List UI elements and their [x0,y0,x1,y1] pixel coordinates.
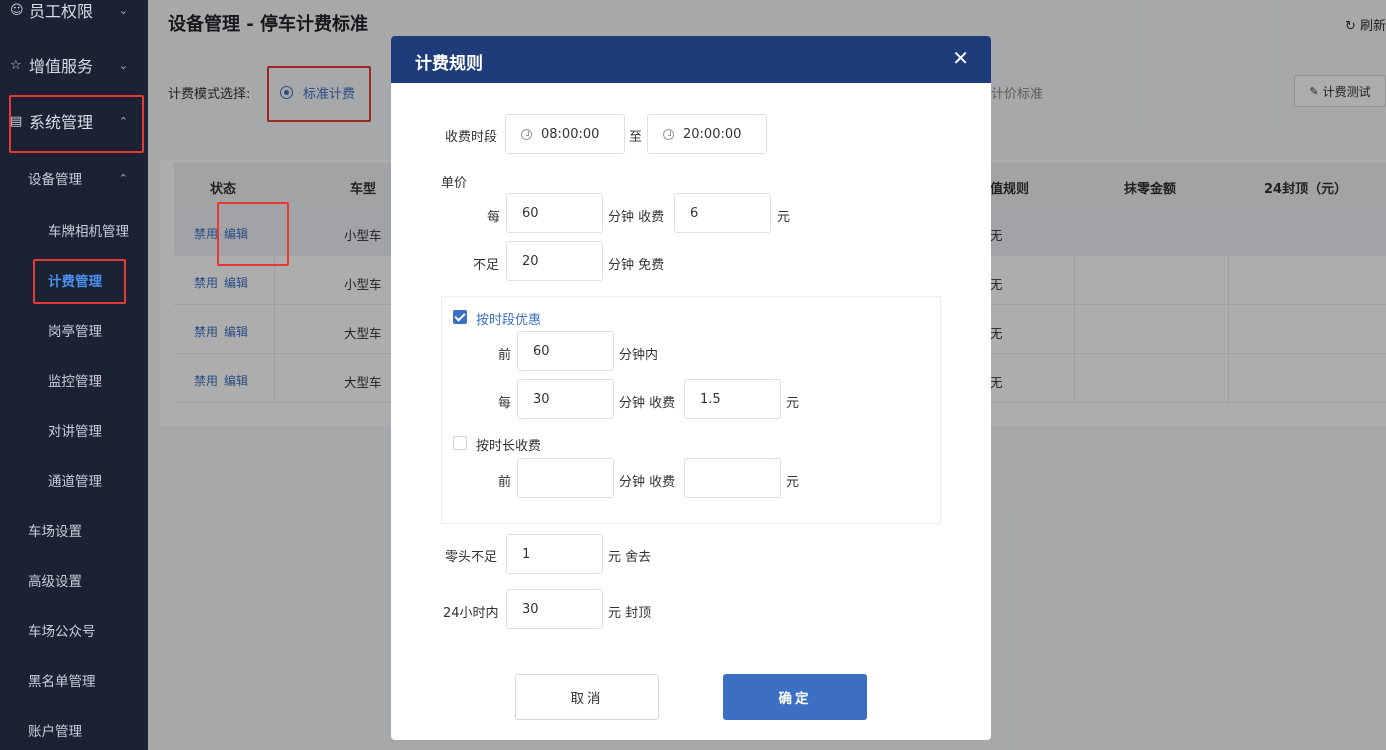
sidebar-item-label: 高级设置 [28,574,82,590]
less-than-label: 不足 [473,258,500,273]
cap-input[interactable]: 30 [506,589,603,629]
duration-fee-input[interactable] [684,458,781,498]
sidebar-item-label: 车牌相机管理 [48,224,129,240]
minute-charge-label: 分钟 收费 [619,475,676,490]
dialog-title: 计费规则 [415,54,483,74]
dialog-header: 计费规则 ✕ [391,36,991,83]
sidebar: ☺ 员工权限 ⌄ ☆ 增值服务 ⌄ ▤ 系统管理 ⌃ 设备管理 ⌃ 车牌相机管理… [0,0,148,750]
unit-price-label: 单价 [441,176,468,191]
every-label: 每 [498,396,512,411]
sidebar-item-blacklist[interactable]: 黑名单管理 [0,668,148,692]
sidebar-item-billing[interactable]: 计费管理 [0,268,148,292]
sidebar-item-device-management[interactable]: 设备管理 ⌃ [0,166,148,190]
sidebar-item-label: 增值服务 [29,57,94,76]
sidebar-item-label: 系统管理 [29,113,94,132]
first-label: 前 [498,348,512,363]
end-time-value: 20:00:00 [683,126,742,142]
round-input[interactable]: 1 [506,534,603,574]
sidebar-item-label: 岗亭管理 [48,324,102,340]
first-label: 前 [498,475,512,490]
chevron-down-icon: ⌄ [118,58,128,72]
sidebar-item-account[interactable]: 账户管理 [0,718,148,742]
star-icon: ☆ [10,57,22,73]
minute-charge-label: 分钟 收费 [619,396,676,411]
round-label: 零头不足 [445,550,498,565]
every-minutes-input[interactable]: 60 [506,193,603,233]
sidebar-item-official-account[interactable]: 车场公众号 [0,618,148,642]
sidebar-item-label: 车场设置 [28,524,82,540]
sidebar-item-channel[interactable]: 通道管理 [0,468,148,492]
minutes-within-label: 分钟内 [619,348,659,363]
sidebar-item-staff-permissions[interactable]: ☺ 员工权限 ⌄ [0,0,148,21]
cap-label: 24小时内 [443,606,499,621]
sidebar-item-label: 计费管理 [48,274,102,290]
every-fee-input[interactable]: 6 [674,193,771,233]
chevron-up-icon: ⌃ [118,114,128,128]
sidebar-item-booth[interactable]: 岗亭管理 [0,318,148,342]
sidebar-item-label: 对讲管理 [48,424,102,440]
sidebar-item-label: 通道管理 [48,474,102,490]
sidebar-item-intercom[interactable]: 对讲管理 [0,418,148,442]
chevron-up-icon: ⌃ [118,171,128,185]
sidebar-item-value-added[interactable]: ☆ 增值服务 ⌄ [0,50,148,80]
start-time-value: 08:00:00 [541,126,600,142]
discount-section: 按时段优惠 前 60 分钟内 每 30 分钟 收费 1.5 元 按时长收费 前 … [441,296,941,524]
system-icon: ▤ [10,113,23,129]
period-discount-checkbox[interactable] [453,310,467,324]
discount-every-minutes-input[interactable]: 30 [517,379,614,419]
every-label: 每 [487,210,501,225]
yuan-label: 元 [786,396,800,411]
sidebar-item-system-management[interactable]: ▤ 系统管理 ⌃ [0,106,148,136]
sidebar-item-label: 账户管理 [28,724,82,740]
sidebar-item-label: 设备管理 [28,172,82,188]
duration-minutes-input[interactable] [517,458,614,498]
time-period-label: 收费时段 [445,130,498,145]
to-label: 至 [629,130,643,145]
confirm-button[interactable]: 确定 [723,674,867,720]
billing-rule-dialog: 计费规则 ✕ 收费时段 08:00:00 至 20:00:00 单价 每 60 … [391,36,991,740]
cap-suffix-label: 元 封顶 [608,606,652,621]
cancel-button[interactable]: 取消 [515,674,659,720]
sidebar-item-lot-settings[interactable]: 车场设置 [0,518,148,542]
sidebar-item-label: 黑名单管理 [28,674,96,690]
free-minutes-input[interactable]: 20 [506,241,603,281]
sidebar-item-label: 员工权限 [29,2,94,21]
sidebar-item-advanced-settings[interactable]: 高级设置 [0,568,148,592]
clock-icon [521,128,532,140]
sidebar-item-label: 车场公众号 [28,624,96,640]
yuan-label: 元 [786,475,800,490]
end-time-picker[interactable]: 20:00:00 [647,114,767,154]
period-discount-label[interactable]: 按时段优惠 [476,309,541,328]
chevron-down-icon: ⌄ [118,3,128,17]
minute-charge-label: 分钟 收费 [608,210,665,225]
discount-fee-input[interactable]: 1.5 [684,379,781,419]
clock-icon [663,128,674,140]
sidebar-item-label: 监控管理 [48,374,102,390]
close-icon[interactable]: ✕ [952,46,969,70]
yuan-label: 元 [777,210,791,225]
minute-free-label: 分钟 免费 [608,258,665,273]
user-key-icon: ☺ [10,2,24,18]
round-suffix-label: 元 舍去 [608,550,652,565]
start-time-picker[interactable]: 08:00:00 [505,114,625,154]
sidebar-item-monitor[interactable]: 监控管理 [0,368,148,392]
discount-first-minutes-input[interactable]: 60 [517,331,614,371]
duration-charge-label[interactable]: 按时长收费 [476,435,541,454]
duration-charge-checkbox[interactable] [453,436,467,450]
sidebar-item-plate-camera[interactable]: 车牌相机管理 [0,218,148,242]
